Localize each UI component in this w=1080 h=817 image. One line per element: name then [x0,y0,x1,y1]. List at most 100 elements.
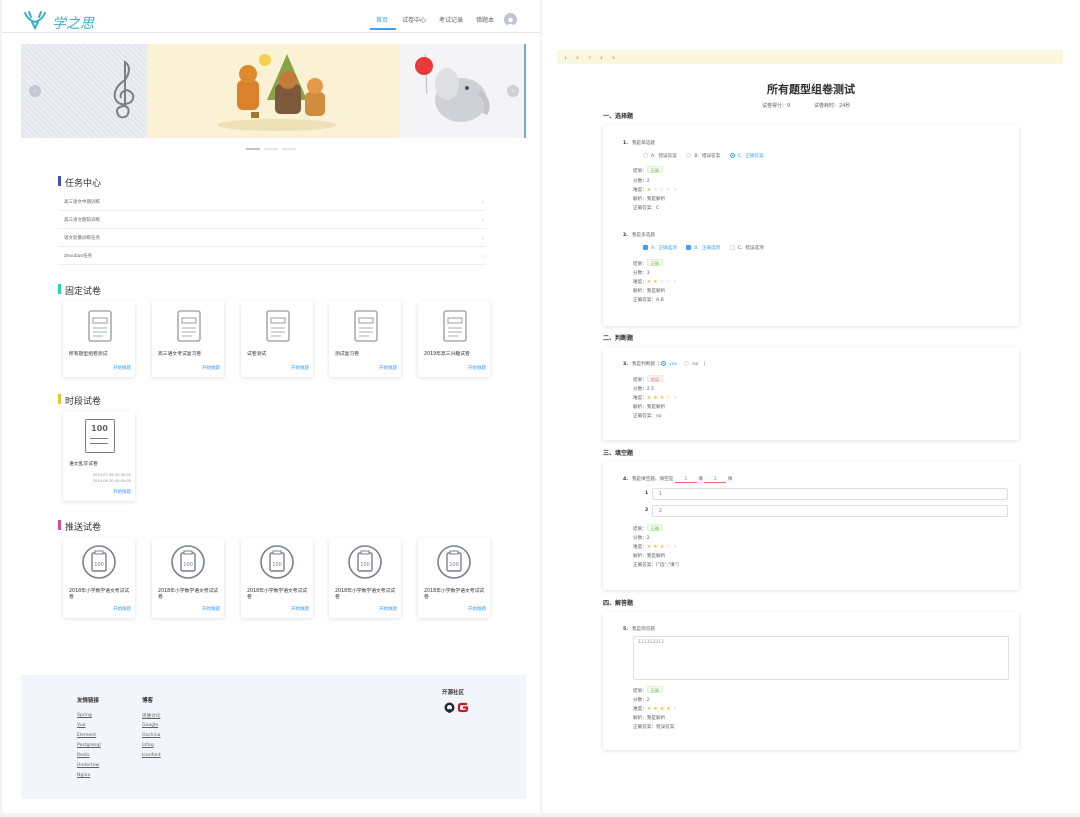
pager-item[interactable]: 4 [598,54,605,61]
difficulty-stars: ★★★★★ [646,279,680,285]
nav-exam-records[interactable]: 考试记录 [439,15,463,24]
difficulty-row: 难度：★★★★★ [633,706,680,712]
banner-slide-animals [147,44,399,138]
score-row: 分数：2 [633,536,650,541]
paper-end-time: 2019-08-30 00:00:00 [92,479,131,483]
paper-title: 测试复习卷 [335,352,359,357]
carousel-indicator-active[interactable] [246,148,260,150]
fill-answer-input[interactable]: 2 [652,505,1008,517]
pushed-paper-card[interactable]: 100 2018年小学数学语文考试试卷 开始做题 [63,538,135,618]
option-a[interactable]: A. 错误答案 [643,153,677,159]
start-button[interactable]: 开始做题 [202,365,220,371]
start-button[interactable]: 开始做题 [113,365,131,371]
fill-question-card: 4. 我是填空题。填空是 1 填 2 填 1 1 2 2 结果： 正确 分数：2 难… [603,462,1019,590]
start-button[interactable]: 开始做题 [113,606,131,612]
treble-clef-icon [113,59,135,119]
logo-text: 学之思 [52,16,94,32]
task-row[interactable]: 高三语文中期训练 › [58,194,486,211]
fixed-paper-card[interactable]: 高三语文考试复习卷 开始做题 [152,301,224,377]
pushed-paper-card[interactable]: 100 2018年小学数学语文考试试卷 开始做题 [329,538,401,618]
carousel-indicator[interactable] [282,148,296,150]
footer-link[interactable]: Iconfont [142,753,161,758]
footer-link[interactable]: 思维讨论 [142,713,160,719]
chevron-right-icon: › [481,217,484,224]
footer-link[interactable]: Google [142,723,158,728]
start-button[interactable]: 开始做题 [379,606,397,612]
fixed-paper-card[interactable]: 所有题型组卷测试 开始做题 [63,301,135,377]
start-button[interactable]: 开始做题 [291,365,309,371]
fixed-paper-card[interactable]: 试卷测试 开始做题 [241,301,313,377]
question-stem: 2. 我是多选题 [623,233,655,238]
start-button[interactable]: 开始做题 [202,606,220,612]
paper-start-time: 2019-07-08 00:00:00 [92,473,131,477]
footer-open-source-title: 开源社区 [442,690,465,696]
pager-item[interactable]: 3 [586,54,593,61]
paper-title: 2018年小学数学语文考试试卷 [158,589,219,600]
gitee-icon[interactable] [457,702,469,713]
difficulty-row: 难度：★★★★★ [633,395,680,401]
difficulty-row: 难度：★★★★★ [633,544,680,550]
essay-answer-textarea[interactable]: 121312313 [633,636,1009,680]
footer-link[interactable]: Element [77,733,96,738]
timed-paper-card[interactable]: 100 语文乱写试卷 2019-07-08 00:00:00 2019-08-3… [63,411,135,501]
animal-band-illustration-icon [217,54,337,131]
option-b[interactable]: B. 正确选项 [686,245,720,251]
logo[interactable]: 学之思 [22,10,102,32]
pager-item[interactable]: 1 [562,54,569,61]
start-button[interactable]: 开始做题 [468,365,486,371]
start-button[interactable]: 开始做题 [113,489,131,495]
carousel-next-button[interactable]: › [507,85,519,97]
footer-link[interactable]: Infoq [142,743,154,748]
option-b[interactable]: B. 错误答案 [686,153,720,159]
answer-row: 正确答案：["选","填"] [633,563,679,568]
timed-section-title: 时段试卷 [65,397,102,407]
exam-duration: 试卷耗时：24秒 [814,103,851,109]
deer-logo-icon [24,11,46,30]
option-a[interactable]: A. 正确选项 [643,245,677,251]
input-index: 1 [645,491,649,496]
footer-link[interactable]: Postgresql [77,743,101,748]
question-stem: 1. 我是单选题 [623,141,655,146]
option-c[interactable]: C. 错误选项 [729,245,764,251]
start-button[interactable]: 开始做题 [379,365,397,371]
nav-wrong-book[interactable]: 错题本 [476,15,494,24]
option-c[interactable]: C. 正确答案 [729,153,764,159]
slide-edge [524,44,526,138]
avatar[interactable] [504,13,517,26]
score-row: 分数：2.5 [633,387,655,392]
carousel-indicator[interactable] [264,148,278,150]
task-row[interactable]: 高三语文期前训练 › [58,212,486,229]
github-icon[interactable] [444,702,455,713]
fill-answer-input[interactable]: 1 [652,488,1008,500]
pushed-paper-card[interactable]: 100 2018年小学数学语文考试试卷 开始做题 [241,538,313,618]
footer-link[interactable]: Oschina [142,733,160,738]
fixed-paper-card[interactable]: 测试复习卷 开始做题 [329,301,401,377]
fixed-paper-card[interactable]: 2019年高三兴趣试卷 开始做题 [418,301,490,377]
chevron-right-icon: › [481,199,484,206]
pushed-paper-card[interactable]: 100 2018年小学数学语文考试试卷 开始做题 [152,538,224,618]
nav-home[interactable]: 首页 [376,15,388,24]
analysis-row: 解析：我是解析 [633,197,666,202]
pager-item[interactable]: 2 [574,54,581,61]
start-button[interactable]: 开始做题 [468,606,486,612]
answer-row: 正确答案：no [633,414,662,419]
header-divider [2,32,540,33]
footer-link[interactable]: Vue [77,723,86,728]
pager-item[interactable]: 5 [610,54,617,61]
pushed-paper-card[interactable]: 100 2018年小学数学语文考试试卷 开始做题 [418,538,490,618]
banner-carousel[interactable]: ‹ › [21,44,526,138]
footer-link[interactable]: Nginx [77,773,90,778]
footer-link[interactable]: Spring [77,713,92,718]
carousel-prev-button[interactable]: ‹ [29,85,41,97]
task-row[interactable]: zhoubao任务 › [58,248,486,265]
option-yes[interactable]: yes [661,361,677,367]
analysis-row: 解析：我是解析 [633,554,666,559]
footer-link[interactable]: Redis [77,753,89,758]
nav-paper-center[interactable]: 试卷中心 [402,15,426,24]
chevron-right-icon: › [481,235,484,242]
task-row[interactable]: 语文轮番训练任务 › [58,230,486,247]
option-no[interactable]: no [684,361,698,367]
difficulty-stars: ★★★★★ [646,706,680,712]
footer-link[interactable]: Undertow [77,763,99,768]
start-button[interactable]: 开始做题 [291,606,309,612]
